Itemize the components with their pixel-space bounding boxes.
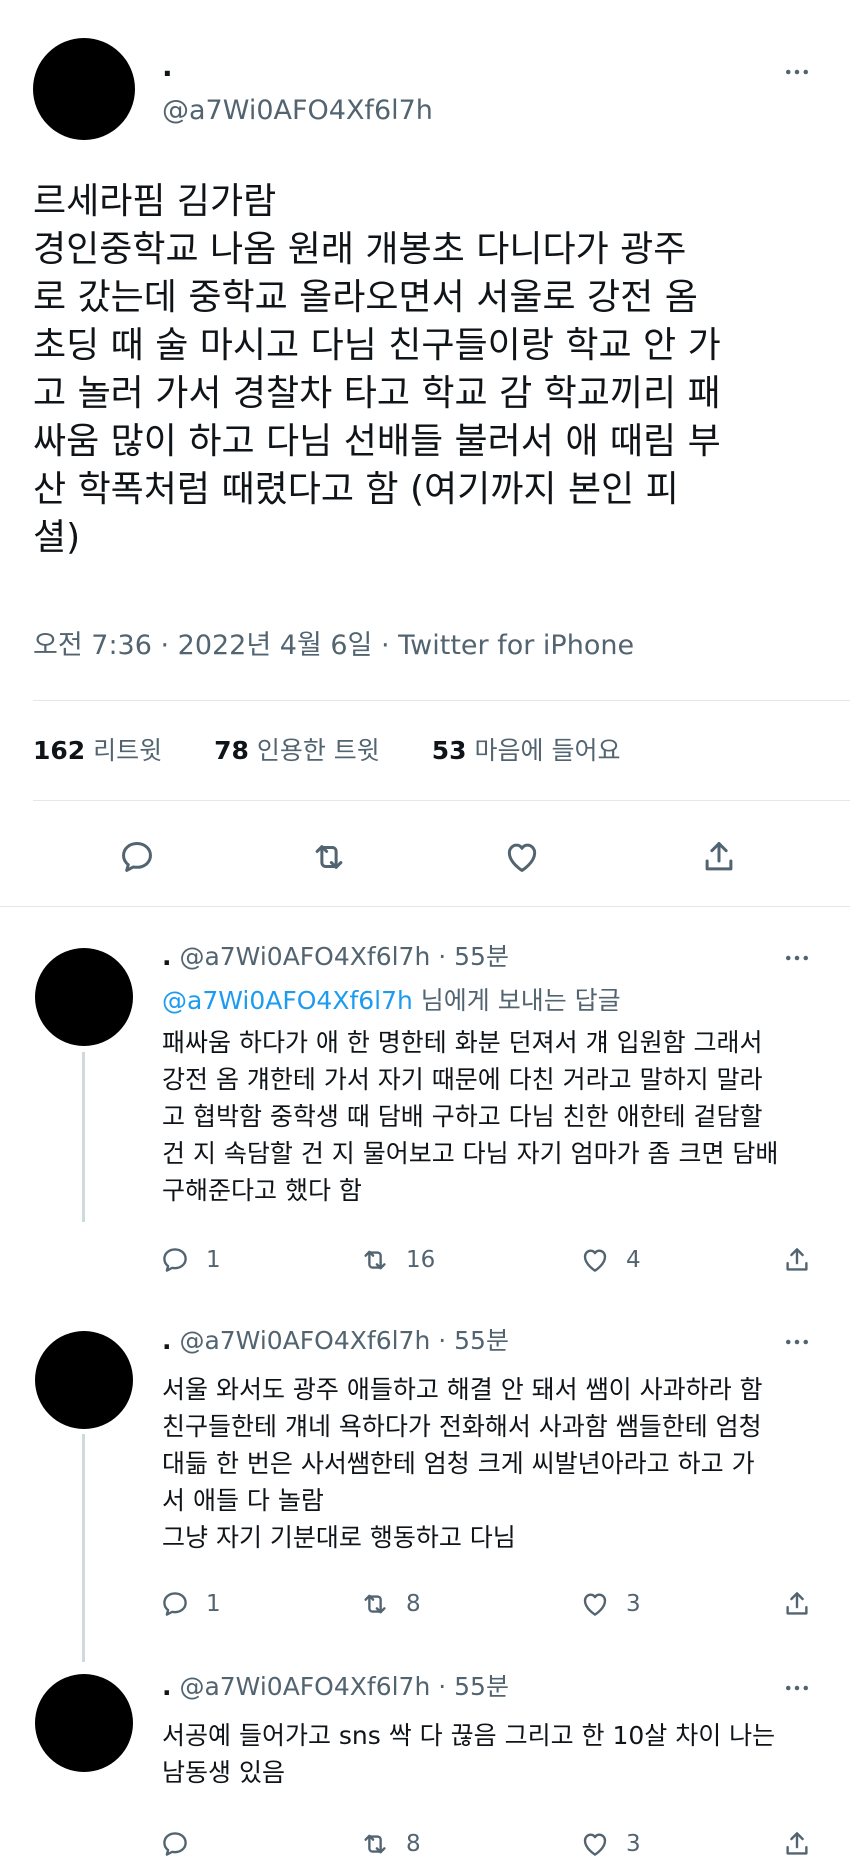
reply-time[interactable]: 55분 (454, 1326, 509, 1355)
reply-tweet[interactable]: . @a7Wi0AFO4Xf6l7h · 55분 서공예 들어가고 sns 싹 … (0, 1664, 850, 1872)
reply-action-bar: 1 8 3 (160, 1586, 820, 1622)
more-options-icon[interactable] (777, 1668, 817, 1708)
reply-text: 서울 와서도 광주 애들하고 해결 안 돼서 쌤이 사과하라 함 친구들한테 걔… (162, 1375, 763, 1552)
avatar[interactable] (33, 38, 135, 140)
divider (33, 700, 850, 701)
reply-count: 1 (206, 1591, 221, 1617)
retweet-icon (360, 1829, 390, 1859)
thread-line (82, 1052, 85, 1222)
reply-button[interactable]: 1 (160, 1242, 221, 1278)
reply-time[interactable]: 55분 (454, 1672, 509, 1701)
like-icon (580, 1245, 610, 1275)
reply-action-bar: 8 3 (160, 1826, 820, 1862)
like-button[interactable]: 3 (580, 1826, 641, 1862)
share-icon (782, 1829, 812, 1859)
reply-tweet[interactable]: . @a7Wi0AFO4Xf6l7h · 55분 서울 와서도 광주 애들하고 … (0, 1306, 850, 1664)
like-count[interactable]: 53 마음에 들어요 (432, 735, 621, 767)
share-button[interactable] (782, 1242, 812, 1278)
share-icon (782, 1589, 812, 1619)
reply-icon[interactable] (113, 833, 161, 881)
avatar[interactable] (35, 948, 133, 1046)
more-options-icon[interactable] (777, 938, 817, 978)
more-options-icon[interactable] (777, 1322, 817, 1362)
reply-icon (160, 1245, 190, 1275)
reply-button[interactable]: 1 (160, 1586, 221, 1622)
display-name[interactable]: . (162, 52, 173, 82)
reply-text: 서공예 들어가고 sns 싹 다 끊음 그리고 한 10살 차이 나는 남동생 … (162, 1721, 776, 1787)
tweet-stats: 162 리트윗 78 인용한 트윗 53 마음에 들어요 (33, 735, 664, 767)
retweet-button[interactable]: 8 (360, 1586, 421, 1622)
more-options-icon[interactable] (777, 52, 817, 92)
retweet-icon[interactable] (305, 833, 353, 881)
mention-link[interactable]: @a7Wi0AFO4Xf6l7h (162, 986, 413, 1015)
tweet-timestamp[interactable]: 오전 7:36 · 2022년 4월 6일 · Twitter for iPho… (33, 628, 634, 664)
replying-to: @a7Wi0AFO4Xf6l7h 님에게 보내는 답글 (162, 986, 621, 1015)
like-button[interactable]: 3 (580, 1586, 641, 1622)
avatar[interactable] (35, 1674, 133, 1772)
display-name[interactable]: . (162, 942, 172, 971)
user-handle[interactable]: @a7Wi0AFO4Xf6l7h (162, 96, 433, 126)
divider (33, 800, 850, 801)
reply-count: 1 (206, 1247, 221, 1273)
retweet-icon (360, 1589, 390, 1619)
retweet-icon (360, 1245, 390, 1275)
like-icon[interactable] (498, 833, 546, 881)
share-button[interactable] (782, 1586, 812, 1622)
reply-header: . @a7Wi0AFO4Xf6l7h · 55분 (162, 942, 509, 972)
user-handle[interactable]: @a7Wi0AFO4Xf6l7h (179, 942, 430, 971)
separator: · (438, 942, 447, 971)
reply-action-bar: 1 16 4 (160, 1242, 820, 1278)
tweet-text: 르세라핌 김가람 경인중학교 나옴 원래 개봉초 다니다가 광주 로 갔는데 중… (33, 181, 721, 558)
share-button[interactable] (782, 1826, 812, 1862)
like-icon (580, 1589, 610, 1619)
retweet-count: 8 (406, 1591, 421, 1617)
share-icon[interactable] (695, 833, 743, 881)
reply-tweet[interactable]: . @a7Wi0AFO4Xf6l7h · 55분 @a7Wi0AFO4Xf6l7… (0, 906, 850, 1306)
like-count: 3 (626, 1591, 641, 1617)
quote-count[interactable]: 78 인용한 트윗 (214, 735, 380, 767)
display-name[interactable]: . (162, 1326, 172, 1355)
retweet-button[interactable]: 16 (360, 1242, 435, 1278)
user-handle[interactable]: @a7Wi0AFO4Xf6l7h (179, 1326, 430, 1355)
retweet-count[interactable]: 162 리트윗 (33, 735, 162, 767)
reply-time[interactable]: 55분 (454, 942, 509, 971)
retweet-count: 8 (406, 1831, 421, 1857)
separator: · (438, 1672, 447, 1701)
display-name[interactable]: . (162, 1672, 172, 1701)
like-button[interactable]: 4 (580, 1242, 641, 1278)
like-count: 4 (626, 1247, 641, 1273)
avatar[interactable] (35, 1331, 133, 1429)
retweet-count: 16 (406, 1247, 436, 1273)
retweet-button[interactable]: 8 (360, 1826, 421, 1862)
separator: · (438, 1326, 447, 1355)
reply-header: . @a7Wi0AFO4Xf6l7h · 55분 (162, 1326, 509, 1356)
reply-button[interactable] (160, 1826, 206, 1862)
tweet-action-bar (0, 833, 850, 883)
user-handle[interactable]: @a7Wi0AFO4Xf6l7h (179, 1672, 430, 1701)
like-icon (580, 1829, 610, 1859)
share-icon (782, 1245, 812, 1275)
reply-icon (160, 1589, 190, 1619)
reply-text: 패싸움 하다가 애 한 명한테 화분 던져서 걔 입원함 그래서 강전 옴 걔한… (162, 1028, 779, 1205)
like-count: 3 (626, 1831, 641, 1857)
thread-line (82, 1434, 85, 1662)
reply-icon (160, 1829, 190, 1859)
reply-header: . @a7Wi0AFO4Xf6l7h · 55분 (162, 1672, 509, 1702)
